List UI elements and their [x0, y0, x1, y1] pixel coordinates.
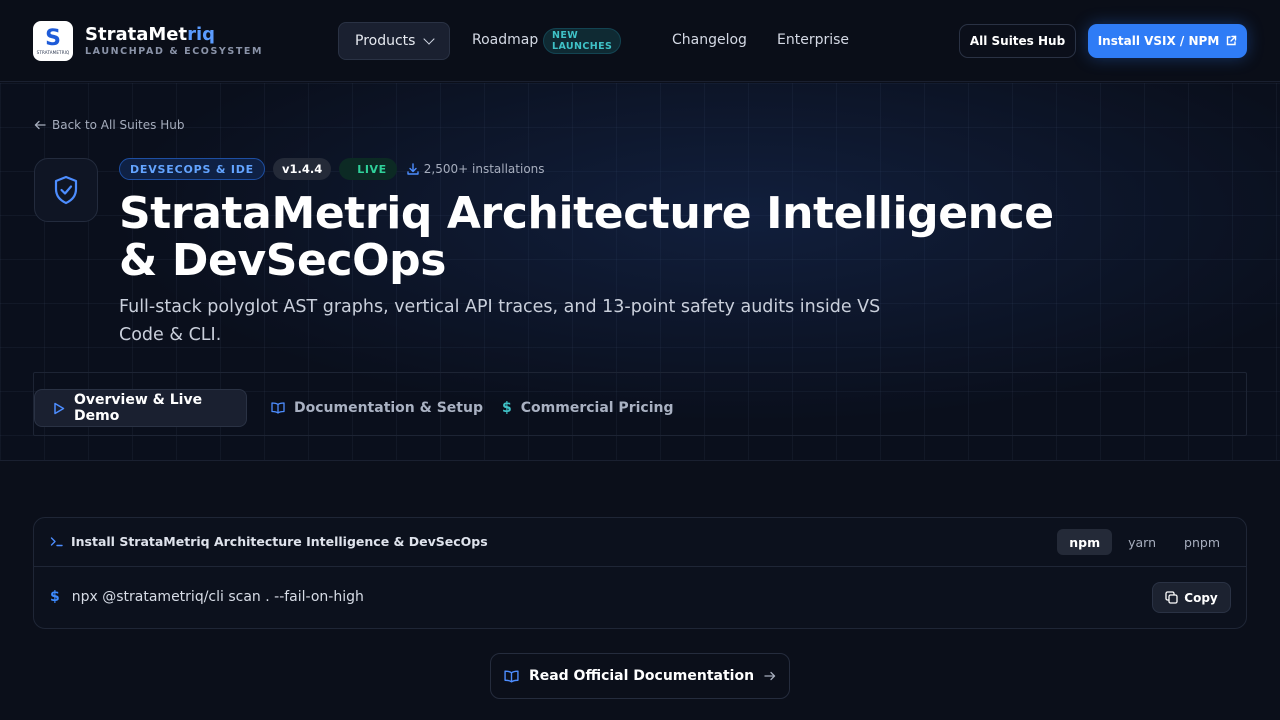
arrow-left-icon	[34, 120, 46, 130]
version-badge: v1.4.4	[273, 158, 332, 180]
copy-icon	[1165, 591, 1178, 604]
product-title: StrataMetriq Architecture Intelligence &…	[119, 188, 1054, 286]
tab-overview-label: Overview & Live Demo	[74, 392, 203, 424]
pm-tab-pnpm[interactable]: pnpm	[1172, 529, 1232, 555]
shield-check-icon	[53, 175, 79, 205]
book-open-icon	[271, 402, 285, 414]
tab-pricing[interactable]: $ Commercial Pricing	[502, 389, 674, 427]
new-launches-badge: NEW LAUNCHES	[543, 28, 622, 54]
install-card: Install StrataMetriq Architecture Intell…	[33, 517, 1247, 629]
copy-button-label: Copy	[1184, 590, 1218, 605]
package-manager-tabs: npm yarn pnpm	[1057, 529, 1232, 555]
read-documentation-label: Read Official Documentation	[528, 668, 755, 684]
brand-tagline: LAUNCHPAD & ECOSYSTEM	[85, 46, 264, 57]
back-link[interactable]: Back to All Suites Hub	[34, 118, 184, 132]
pm-tab-npm[interactable]: npm	[1057, 529, 1113, 555]
install-card-header: Install StrataMetriq Architecture Intell…	[34, 518, 1246, 567]
tab-documentation-label: Documentation & Setup	[294, 400, 483, 416]
install-vsix-npm-button[interactable]: Install VSIX / NPM	[1088, 24, 1247, 58]
nav-products-dropdown[interactable]: Products	[338, 22, 451, 60]
product-subtitle: Full-stack polyglot AST graphs, vertical…	[119, 297, 881, 345]
nav-enterprise[interactable]: Enterprise	[777, 32, 849, 48]
install-card-title-text: Install StrataMetriq Architecture Intell…	[71, 534, 488, 549]
install-button-label: Install VSIX / NPM	[1097, 34, 1220, 48]
external-link-icon	[1225, 35, 1237, 47]
play-icon	[53, 402, 65, 415]
category-badge: DEVSECOPS & IDE	[119, 158, 265, 180]
install-card-title: Install StrataMetriq Architecture Intell…	[50, 534, 488, 549]
arrow-right-icon	[764, 671, 776, 681]
brand-name-highlight: riq	[187, 24, 216, 45]
back-link-label: Back to All Suites Hub	[52, 118, 185, 132]
nav-roadmap[interactable]: Roadmap	[472, 32, 538, 48]
tab-documentation[interactable]: Documentation & Setup	[271, 389, 483, 427]
live-status-badge: LIVE	[339, 158, 397, 180]
terminal-icon	[50, 536, 63, 547]
all-suites-hub-button[interactable]: All Suites Hub	[959, 24, 1076, 58]
chevron-down-icon	[423, 33, 436, 45]
logo-text: STRATAMETRIQ	[36, 49, 70, 55]
tab-overview[interactable]: Overview & Live Demo	[34, 389, 247, 427]
shell-prompt: $	[50, 589, 60, 605]
top-nav-bar: S STRATAMETRIQ StrataMetriq LAUNCHPAD & …	[0, 0, 1280, 82]
brand-name: StrataMetriq	[85, 24, 263, 46]
installations-count: 2,500+ installations	[407, 162, 545, 176]
read-documentation-button[interactable]: Read Official Documentation	[490, 653, 790, 699]
product-icon-tile	[34, 158, 98, 222]
installations-label: 2,500+ installations	[423, 162, 545, 176]
brand[interactable]: S STRATAMETRIQ StrataMetriq LAUNCHPAD & …	[33, 21, 263, 61]
product-meta-tags: DEVSECOPS & IDE v1.4.4 LIVE 2,500+ insta…	[119, 158, 545, 180]
download-icon	[407, 163, 419, 175]
logo-letter: S	[45, 25, 61, 51]
nav-changelog[interactable]: Changelog	[672, 32, 747, 48]
nav-products-label: Products	[355, 33, 416, 49]
tab-pricing-label: Commercial Pricing	[520, 400, 674, 416]
pm-tab-yarn[interactable]: yarn	[1116, 529, 1168, 555]
install-command: $ npx @stratametriq/cli scan . --fail-on…	[50, 589, 364, 605]
dollar-icon: $	[502, 400, 512, 416]
product-tabs: Overview & Live Demo Documentation & Set…	[33, 372, 1247, 436]
brand-name-main: StrataMet	[85, 24, 188, 45]
book-open-icon	[504, 669, 519, 683]
main-nav: Products Roadmap NEW LAUNCHES Changelog …	[338, 22, 849, 60]
brand-logo: S STRATAMETRIQ	[33, 21, 73, 61]
brand-text: StrataMetriq LAUNCHPAD & ECOSYSTEM	[85, 24, 263, 58]
copy-button[interactable]: Copy	[1152, 582, 1231, 613]
install-command-text: npx @stratametriq/cli scan . --fail-on-h…	[71, 589, 364, 605]
